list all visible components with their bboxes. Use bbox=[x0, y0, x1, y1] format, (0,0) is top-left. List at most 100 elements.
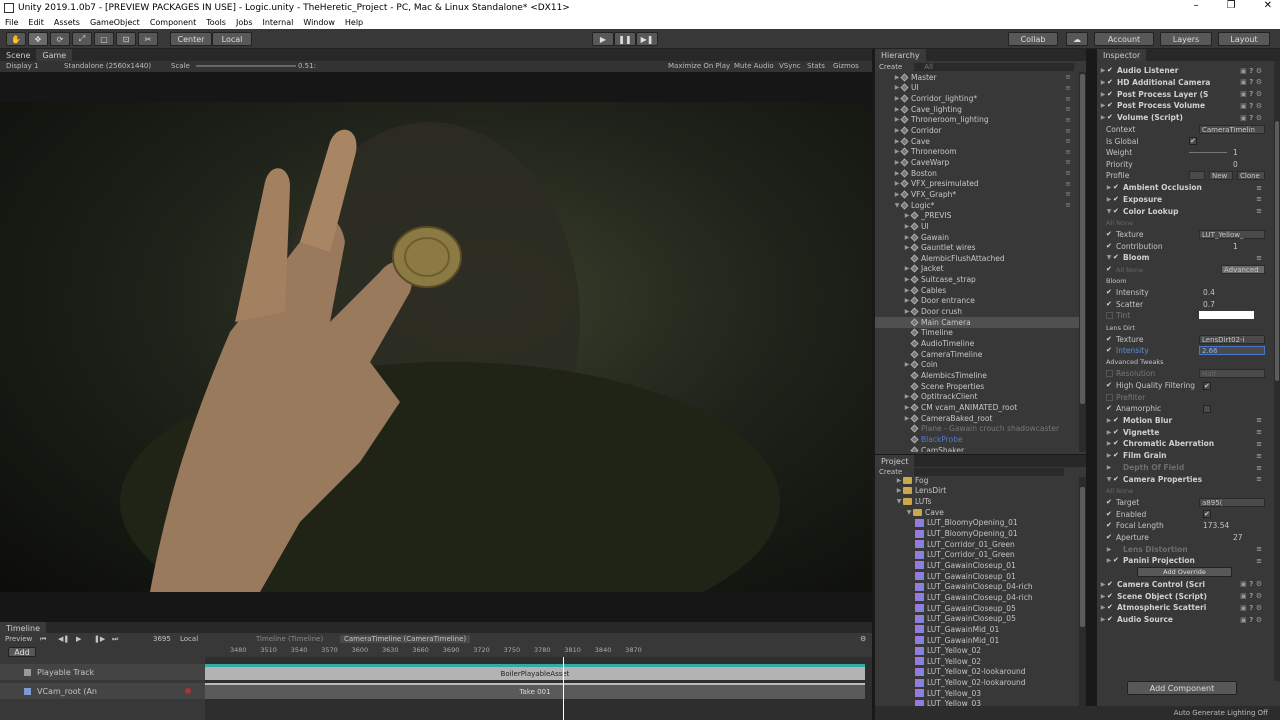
project-item[interactable]: LUT_BloomyOpening_01 bbox=[875, 518, 1083, 529]
override-toggle-checkbox[interactable]: ✔ bbox=[1106, 534, 1113, 541]
override-checkbox[interactable]: ✔ bbox=[1113, 475, 1120, 483]
override-toggle-checkbox[interactable] bbox=[1106, 393, 1113, 401]
hierarchy-item[interactable]: ▶ VFX_Graph* ≡ bbox=[875, 189, 1083, 200]
hierarchy-item[interactable]: ▶ Door crush bbox=[875, 306, 1083, 317]
hand-tool-icon[interactable]: ✋ bbox=[6, 32, 26, 46]
scene-menu-icon[interactable]: ≡ bbox=[1065, 190, 1071, 198]
override-toggle-checkbox[interactable]: ✔ bbox=[1106, 347, 1113, 354]
volume-override-header[interactable]: ▶ ✔ Exposure ≡ bbox=[1097, 194, 1272, 205]
hierarchy-item[interactable]: ▶ Suitcase_strap bbox=[875, 274, 1083, 285]
volume-override-header[interactable]: ▶ ✔ Panini Projection ≡ bbox=[1097, 555, 1272, 566]
gizmos-dropdown[interactable]: Gizmos bbox=[833, 62, 859, 70]
override-toggle-checkbox[interactable] bbox=[1106, 312, 1113, 320]
all-none-toggle[interactable]: All None bbox=[1106, 487, 1133, 495]
menu-item-component[interactable]: Component bbox=[145, 18, 201, 27]
component-header[interactable]: ▶ ✔ Post Process Volume ▣ ? ⚙ bbox=[1097, 100, 1272, 111]
account-button[interactable]: Account bbox=[1094, 32, 1154, 46]
foldout-arrow-icon[interactable]: ▶ bbox=[1099, 102, 1107, 109]
object-field[interactable]: Half bbox=[1199, 369, 1265, 379]
hierarchy-item[interactable]: ▶ Door entrance bbox=[875, 296, 1083, 307]
add-override-button[interactable]: Add Override bbox=[1137, 567, 1232, 578]
expand-arrow-icon[interactable]: ▶ bbox=[893, 148, 901, 155]
volume-override-header[interactable]: ▶ ✔ Film Grain ≡ bbox=[1097, 450, 1272, 461]
foldout-arrow-icon[interactable]: ▼ bbox=[1105, 208, 1113, 215]
component-enable-checkbox[interactable]: ✔ bbox=[1107, 114, 1114, 121]
expand-arrow-icon[interactable]: ▶ bbox=[903, 393, 911, 400]
foldout-arrow-icon[interactable]: ▶ bbox=[1099, 604, 1107, 611]
tab-hierarchy[interactable]: Hierarchy bbox=[875, 49, 926, 61]
play-timeline-icon[interactable]: ▶ bbox=[76, 635, 81, 643]
override-toggle-checkbox[interactable]: ✔ bbox=[1106, 522, 1113, 529]
override-toggle-checkbox[interactable]: ✔ bbox=[1106, 266, 1113, 273]
tab-scene[interactable]: Scene bbox=[0, 49, 36, 61]
volume-override-header[interactable]: ▶ ✔ Ambient Occlusion ≡ bbox=[1097, 182, 1272, 193]
property-value[interactable]: 1 bbox=[1233, 148, 1238, 157]
override-checkbox[interactable]: ✔ bbox=[1113, 195, 1120, 203]
override-toggle-checkbox[interactable]: ✔ bbox=[1106, 382, 1113, 389]
project-item[interactable]: LUT_GawainCloseup_04-rich bbox=[875, 592, 1083, 603]
expand-arrow-icon[interactable]: ▶ bbox=[895, 487, 903, 494]
hierarchy-item[interactable]: ▶ Boston ≡ bbox=[875, 168, 1083, 179]
hierarchy-item[interactable]: ▶ Gawain bbox=[875, 232, 1083, 243]
override-toggle-checkbox[interactable]: ✔ bbox=[1106, 242, 1113, 250]
project-item[interactable]: ▶ LensDirt bbox=[875, 486, 1083, 497]
foldout-arrow-icon[interactable]: ▼ bbox=[1105, 476, 1113, 483]
project-item[interactable]: LUT_Corridor_01_Green bbox=[875, 539, 1083, 550]
breadcrumb-timeline[interactable]: Timeline (Timeline) bbox=[256, 635, 323, 643]
hierarchy-item[interactable]: CamShaker bbox=[875, 445, 1083, 452]
override-toggle-checkbox[interactable]: ✔ bbox=[1106, 405, 1113, 412]
hierarchy-item[interactable]: ▶ Jacket bbox=[875, 264, 1083, 275]
component-header[interactable]: ▶ ✔ Camera Control (Scri ▣ ? ⚙ bbox=[1097, 579, 1272, 590]
custom-tool-icon[interactable]: ✂ bbox=[138, 32, 158, 46]
volume-override-header[interactable]: ▶ ✔ Motion Blur ≡ bbox=[1097, 415, 1272, 426]
component-header[interactable]: ▶ ✔ Atmospheric Scatteri ▣ ? ⚙ bbox=[1097, 602, 1272, 613]
project-item[interactable]: LUT_BloomyOpening_01 bbox=[875, 528, 1083, 539]
menu-item-help[interactable]: Help bbox=[340, 18, 368, 27]
override-toggle-checkbox[interactable]: ✔ bbox=[1106, 510, 1113, 518]
override-menu-icon[interactable]: ≡ bbox=[1256, 464, 1262, 472]
hierarchy-item[interactable]: ▶ UI bbox=[875, 221, 1083, 232]
menu-item-edit[interactable]: Edit bbox=[23, 18, 49, 27]
tab-inspector[interactable]: Inspector bbox=[1097, 49, 1147, 61]
hierarchy-item[interactable]: ▼ Logic* ≡ bbox=[875, 200, 1083, 211]
component-menu-icon[interactable]: ▣ ? ⚙ bbox=[1240, 67, 1262, 75]
expand-arrow-icon[interactable]: ▶ bbox=[895, 477, 903, 484]
project-item[interactable]: LUT_Corridor_01_Green bbox=[875, 550, 1083, 561]
menu-item-tools[interactable]: Tools bbox=[201, 18, 231, 27]
foldout-arrow-icon[interactable]: ▶ bbox=[1099, 616, 1107, 623]
component-enable-checkbox[interactable]: ✔ bbox=[1107, 67, 1114, 74]
timeline-clip[interactable]: Take 001 bbox=[205, 683, 865, 699]
foldout-arrow-icon[interactable]: ▶ bbox=[1099, 114, 1107, 121]
hierarchy-item[interactable]: Main Camera bbox=[875, 316, 1083, 328]
override-menu-icon[interactable]: ≡ bbox=[1256, 440, 1262, 448]
pause-button[interactable]: ❚❚ bbox=[614, 32, 636, 46]
component-menu-icon[interactable]: ▣ ? ⚙ bbox=[1240, 78, 1262, 86]
property-checkbox[interactable]: ✔ bbox=[1203, 381, 1211, 390]
override-checkbox[interactable]: ✔ bbox=[1113, 428, 1120, 436]
project-item[interactable]: LUT_Yellow_02 bbox=[875, 645, 1083, 656]
override-toggle-checkbox[interactable]: ✔ bbox=[1106, 335, 1113, 343]
track-header[interactable]: VCam_root (An bbox=[0, 683, 205, 699]
hierarchy-item[interactable]: ▶ Cables bbox=[875, 285, 1083, 296]
foldout-arrow-icon[interactable]: ▼ bbox=[1105, 254, 1113, 261]
component-menu-icon[interactable]: ▣ ? ⚙ bbox=[1240, 102, 1262, 110]
component-header[interactable]: ▶ ✔ HD Additional Camera ▣ ? ⚙ bbox=[1097, 77, 1272, 88]
override-checkbox[interactable]: ✔ bbox=[1113, 416, 1120, 424]
override-checkbox[interactable]: ✔ bbox=[1113, 184, 1120, 191]
property-value[interactable]: 0.4 bbox=[1203, 288, 1215, 297]
tint-color-swatch[interactable] bbox=[1199, 311, 1254, 320]
vsync-toggle[interactable]: VSync bbox=[779, 62, 801, 70]
component-enable-checkbox[interactable]: ✔ bbox=[1107, 604, 1114, 611]
maximize-icon[interactable]: ❐ bbox=[1227, 0, 1236, 11]
prev-frame-icon[interactable]: ◀❚ bbox=[58, 635, 69, 643]
foldout-arrow-icon[interactable]: ▶ bbox=[1105, 417, 1113, 424]
expand-arrow-icon[interactable]: ▶ bbox=[903, 265, 911, 272]
scene-menu-icon[interactable]: ≡ bbox=[1065, 180, 1071, 188]
layout-button[interactable]: Layout bbox=[1218, 32, 1270, 46]
scene-menu-icon[interactable]: ≡ bbox=[1065, 158, 1071, 166]
hierarchy-item[interactable]: ▶ Corridor_lighting* ≡ bbox=[875, 93, 1083, 104]
foldout-arrow-icon[interactable]: ▶ bbox=[1105, 440, 1113, 447]
project-scroll-thumb[interactable] bbox=[1080, 487, 1085, 627]
pivot-center-button[interactable]: Center bbox=[170, 32, 212, 46]
object-field[interactable]: LUT_Yellow_ bbox=[1199, 230, 1265, 239]
